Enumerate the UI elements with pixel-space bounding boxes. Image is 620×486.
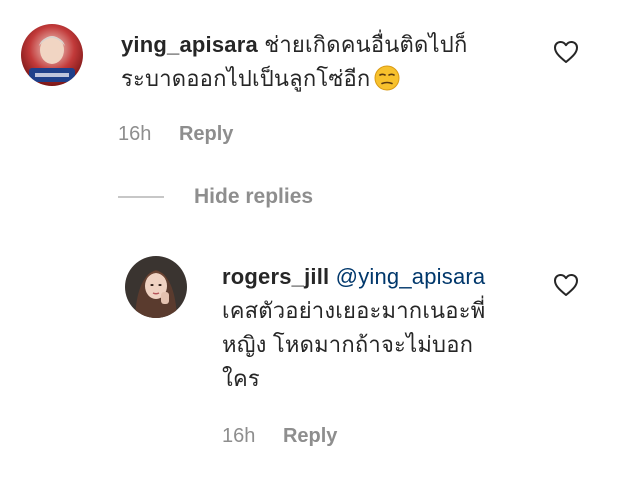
comment-text: ying_apisara ช่ายเกิดคนอื่นติดไปก็ ระบาด…: [121, 28, 467, 96]
comment-username[interactable]: ying_apisara: [121, 32, 258, 57]
heart-outline-icon[interactable]: [553, 273, 579, 297]
replies-divider-line: [118, 196, 164, 198]
reply-button[interactable]: Reply: [283, 425, 337, 447]
reply-body-line3: ใคร: [222, 366, 260, 391]
comment-meta: 16h Reply: [118, 122, 255, 146]
reply-body-line2: หญิง โหดมากถ้าจะไม่บอก: [222, 332, 474, 357]
hide-replies-label[interactable]: Hide replies: [194, 185, 313, 209]
unamused-face-emoji: [374, 65, 400, 91]
reply-mention-link[interactable]: @ying_apisara: [336, 264, 486, 289]
avatar-image: [21, 24, 83, 86]
reply-username[interactable]: rogers_jill: [222, 264, 329, 289]
comment-timestamp: 16h: [118, 123, 152, 145]
hide-replies-toggle[interactable]: Hide replies: [118, 184, 313, 210]
reply-meta: 16h Reply: [222, 424, 359, 448]
reply-body-line1: เคสตัวอย่างเยอะมากเนอะพี่: [222, 298, 486, 323]
heart-outline-icon[interactable]: [553, 40, 579, 64]
comment-body-line2: ระบาดออกไปเป็นลูกโซ่อีก: [121, 66, 371, 91]
avatar-image: [125, 256, 187, 318]
comment-body-line1: ช่ายเกิดคนอื่นติดไปก็: [264, 32, 468, 57]
reply-text: rogers_jill @ying_apisara เคสตัวอย่างเยอ…: [222, 260, 485, 396]
reply-button[interactable]: Reply: [179, 123, 233, 145]
reply-timestamp: 16h: [222, 425, 256, 447]
avatar[interactable]: [21, 24, 83, 86]
avatar[interactable]: [125, 256, 187, 318]
